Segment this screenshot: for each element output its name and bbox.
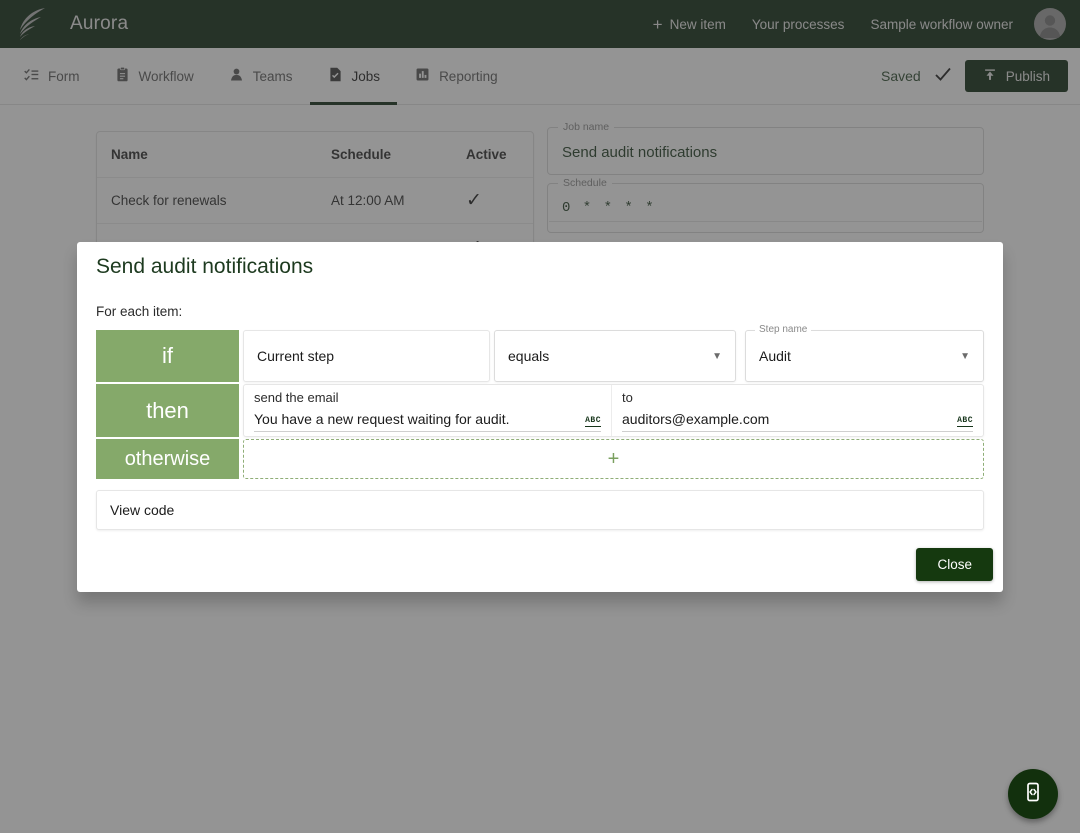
step-name-select[interactable]: Step name Audit ▼ [745, 324, 984, 382]
plus-icon[interactable]: + [608, 449, 620, 469]
if-field-selector[interactable]: Current step [243, 330, 490, 382]
rule-row-then: then send the email You have a new reque… [96, 384, 984, 437]
if-field-label: Current step [257, 348, 335, 364]
modal-subtitle: For each item: [96, 304, 183, 319]
chevron-down-icon: ▼ [960, 350, 970, 362]
email-body-input[interactable]: You have a new request waiting for audit… [254, 411, 601, 432]
keyword-otherwise: otherwise [96, 439, 239, 479]
if-operator-label: equals [508, 348, 550, 364]
spellcheck-icon[interactable]: ABC [585, 416, 601, 427]
rule-row-if: if Current step equals ▼ Step name Audit… [96, 324, 984, 382]
email-to-input[interactable]: auditors@example.com ABC [622, 411, 973, 432]
email-to-value: auditors@example.com [622, 411, 770, 427]
chevron-down-icon: ▼ [712, 350, 722, 362]
close-label: Close [937, 557, 972, 572]
view-code-label: View code [110, 502, 175, 518]
otherwise-dropzone[interactable]: + [243, 439, 984, 479]
app-root: Aurora + New item Your processes Sample … [0, 0, 1080, 833]
send-email-label: send the email [254, 390, 339, 405]
view-code-button[interactable]: View code [96, 490, 984, 530]
if-condition-fields: Current step equals ▼ Step name Audit ▼ [239, 324, 984, 382]
rule-list: if Current step equals ▼ Step name Audit… [96, 324, 984, 479]
then-action-panel: send the email You have a new request wa… [243, 384, 984, 437]
rule-editor-modal: Send audit notifications For each item: … [77, 242, 1003, 592]
mobile-code-preview-icon [1021, 780, 1045, 809]
email-body-group: send the email You have a new request wa… [244, 385, 612, 436]
rule-row-otherwise: otherwise + [96, 439, 984, 479]
close-button[interactable]: Close [916, 548, 993, 581]
step-name-value: Audit [759, 348, 791, 364]
email-to-group: to auditors@example.com ABC [612, 385, 983, 436]
spellcheck-icon[interactable]: ABC [957, 416, 973, 427]
modal-title: Send audit notifications [96, 255, 314, 278]
step-name-legend: Step name [755, 324, 812, 335]
keyword-then: then [96, 384, 239, 437]
mobile-preview-fab[interactable] [1008, 769, 1058, 819]
to-label: to [622, 390, 633, 405]
keyword-if: if [96, 330, 239, 382]
email-body-value: You have a new request waiting for audit… [254, 411, 510, 427]
if-operator-select[interactable]: equals ▼ [494, 330, 736, 382]
